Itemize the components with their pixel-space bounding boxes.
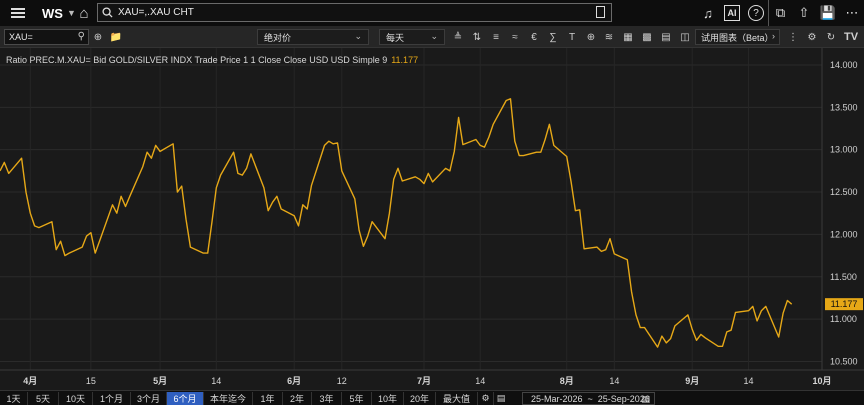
chart-type-icon[interactable]: ≜ (451, 29, 465, 45)
compare-icon[interactable]: ⇅ (470, 29, 484, 45)
chart-mode-dropdown[interactable]: 试用图表（Beta） › (695, 29, 780, 45)
folder-icon[interactable]: 📁 (110, 29, 122, 45)
x-tick-label: 5月 (153, 376, 167, 386)
price-type-dropdown[interactable]: 绝对价 ⌄ (257, 29, 369, 45)
y-tick-label: 12.000 (830, 229, 858, 239)
x-tick-label: 14 (211, 376, 221, 386)
period-1d[interactable]: 1天 (0, 392, 28, 405)
chart-background (0, 48, 864, 390)
date-range-field[interactable]: 25-Mar-2026 ~ 25-Sep-2026 ▤ (522, 392, 655, 405)
workspace-button[interactable]: WS ▼ (36, 0, 76, 26)
settings-icon[interactable]: ⚙ (478, 392, 494, 405)
chevron-right-icon: › (772, 31, 775, 41)
legend-last-value: 11.177 (391, 55, 419, 65)
chart-legend: Ratio PREC.M.XAU= Bid GOLD/SILVER INDX T… (6, 55, 418, 65)
period-3y[interactable]: 3年 (312, 392, 342, 405)
interval-dropdown[interactable]: 每天 ⌄ (379, 29, 445, 45)
chevron-down-icon: ⌄ (354, 31, 362, 41)
app-name: WS (42, 5, 63, 21)
currency-icon[interactable]: € (527, 29, 541, 45)
table-icon[interactable]: ▦ (621, 29, 635, 45)
price-type-value: 绝对价 (264, 32, 292, 43)
zoom-in-icon[interactable]: ⊕ (584, 29, 598, 45)
x-tick-label: 9月 (685, 376, 699, 386)
layout-icon[interactable]: ▤ (659, 29, 673, 45)
y-tick-label: 11.500 (830, 272, 857, 282)
period-10y[interactable]: 10年 (372, 392, 404, 405)
chart-mode-value: 试用图表（Beta） (701, 32, 774, 43)
command-input[interactable]: XAU=,.XAU CHT (97, 3, 612, 22)
refresh-icon[interactable]: ↻ (824, 29, 838, 45)
tradingview-icon[interactable]: TV (842, 29, 860, 45)
search-icon (102, 7, 113, 18)
y-tick-label: 13.000 (830, 145, 858, 155)
y-tick-label: 12.500 (830, 187, 858, 197)
search-icon[interactable]: ⚲ (78, 31, 85, 42)
home-icon[interactable]: ⌂ (72, 0, 96, 26)
date-range-text: 25-Mar-2026 ~ 25-Sep-2026 (531, 393, 650, 404)
x-tick-label: 14 (743, 376, 753, 386)
settings-icon[interactable]: ⚙ (805, 29, 819, 45)
chart-toolbar: XAU= ⚲ ⊕ 📁 绝对价 ⌄ 每天 ⌄ ≜ ⇅ ≡ ≈ € ∑ T ⊕ ≋ … (0, 26, 864, 48)
studies-icon[interactable]: ≡ (489, 29, 503, 45)
period-20y[interactable]: 20年 (404, 392, 436, 405)
x-tick-label: 10月 (812, 376, 831, 386)
add-series-icon[interactable]: ⊕ (92, 29, 104, 45)
help-icon[interactable]: ? (744, 0, 768, 26)
y-tick-label: 10.500 (830, 357, 858, 367)
period-5d[interactable]: 5天 (28, 392, 59, 405)
calendar-icon[interactable]: ▤ (641, 394, 650, 405)
period-3m[interactable]: 3个月 (131, 392, 167, 405)
bookmark-icon[interactable] (596, 6, 605, 18)
period-5y[interactable]: 5年 (342, 392, 372, 405)
share-icon[interactable]: ⇧ (792, 0, 816, 26)
legend-text: Ratio PREC.M.XAU= Bid GOLD/SILVER INDX T… (6, 55, 388, 65)
period-10d[interactable]: 10天 (59, 392, 93, 405)
text-tool-icon[interactable]: T (565, 29, 579, 45)
draw-icon[interactable]: ≋ (602, 29, 616, 45)
period-1m[interactable]: 1个月 (93, 392, 131, 405)
period-2y[interactable]: 2年 (283, 392, 312, 405)
last-value-label: 11.177 (831, 299, 858, 309)
new-window-icon[interactable]: ⧉ (768, 0, 792, 26)
x-tick-label: 12 (337, 376, 347, 386)
grid-icon[interactable]: ▩ (640, 29, 654, 45)
x-tick-label: 14 (609, 376, 619, 386)
columns-icon[interactable]: ◫ (678, 29, 692, 45)
ric-value: XAU= (9, 32, 33, 42)
x-tick-label: 14 (475, 376, 485, 386)
y-tick-label: 13.500 (830, 102, 858, 112)
interval-value: 每天 (386, 32, 405, 43)
chevron-down-icon: ⌄ (430, 31, 438, 41)
calendar-icon[interactable]: ▤ (494, 392, 508, 405)
save-icon[interactable]: 💾 (816, 0, 840, 26)
y-tick-label: 14.000 (830, 60, 858, 70)
price-chart[interactable]: 10.500 11.000 11.500 12.000 12.500 13.000 13.5… (0, 48, 864, 390)
period-ytd[interactable]: 本年迄今 (204, 392, 253, 405)
chart-canvas[interactable]: 10.500 11.000 11.500 12.000 12.500 13.000 13.5… (0, 48, 864, 390)
wave-icon[interactable]: ≈ (508, 29, 522, 45)
events-icon[interactable]: ∑ (546, 29, 560, 45)
x-tick-label: 15 (86, 376, 96, 386)
x-tick-label: 4月 (23, 376, 37, 386)
ric-input[interactable]: XAU= ⚲ (4, 29, 89, 45)
period-bar: 1天 5天 10天 1个月 3个月 6个月 本年迄今 1年 2年 3年 5年 1… (0, 390, 864, 405)
command-text: XAU=,.XAU CHT (118, 7, 194, 18)
y-tick-label: 11.000 (830, 314, 857, 324)
top-bar: WS ▼ ⌂ XAU=,.XAU CHT ♫ AI ? ⧉ ⇧ 💾 ⋯ (0, 0, 864, 26)
x-tick-label: 8月 (560, 376, 574, 386)
x-tick-label: 6月 (287, 376, 301, 386)
more-icon[interactable]: ⋯ (840, 0, 864, 26)
more-icon[interactable]: ⋮ (787, 29, 799, 45)
ai-icon[interactable]: AI (720, 0, 744, 26)
period-6m[interactable]: 6个月 (167, 392, 204, 405)
x-tick-label: 7月 (417, 376, 431, 386)
period-1y[interactable]: 1年 (253, 392, 283, 405)
period-max[interactable]: 最大值 (436, 392, 478, 405)
menu-icon[interactable] (0, 0, 36, 26)
bell-icon[interactable]: ♫ (696, 0, 720, 26)
